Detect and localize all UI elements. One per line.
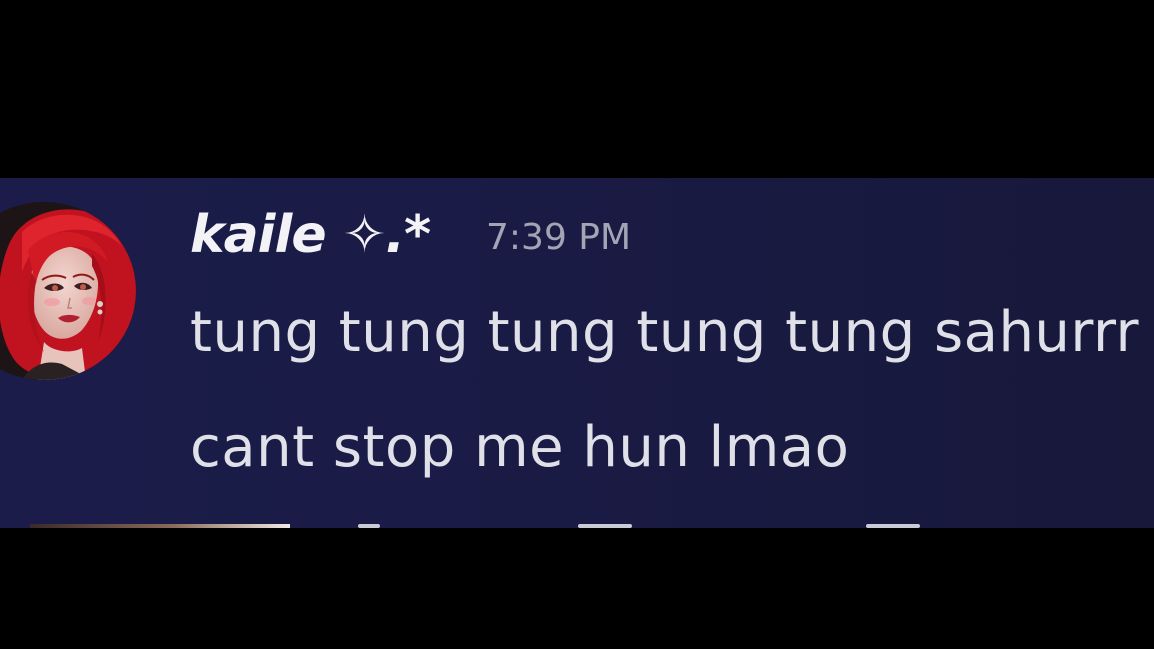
- red-haired-character-avatar-icon: [0, 202, 136, 380]
- username[interactable]: kaile ✧.*: [190, 200, 431, 270]
- user-avatar[interactable]: [0, 202, 136, 380]
- next-message-text-sliver: [578, 524, 632, 528]
- screen: kaile ✧.* 7:39 PM tung tung tung tung tu…: [0, 0, 1154, 649]
- next-message-avatar-sliver: [30, 524, 290, 528]
- next-message-text-sliver: [866, 524, 920, 528]
- chat-message[interactable]: kaile ✧.* 7:39 PM tung tung tung tung tu…: [0, 178, 1154, 528]
- next-message-text-sliver: [358, 524, 380, 528]
- message-text-line: cant stop me hun lmao: [190, 415, 850, 480]
- message-timestamp[interactable]: 7:39 PM: [486, 213, 631, 263]
- message-text-line: tung tung tung tung tung sahurrr: [190, 300, 1140, 365]
